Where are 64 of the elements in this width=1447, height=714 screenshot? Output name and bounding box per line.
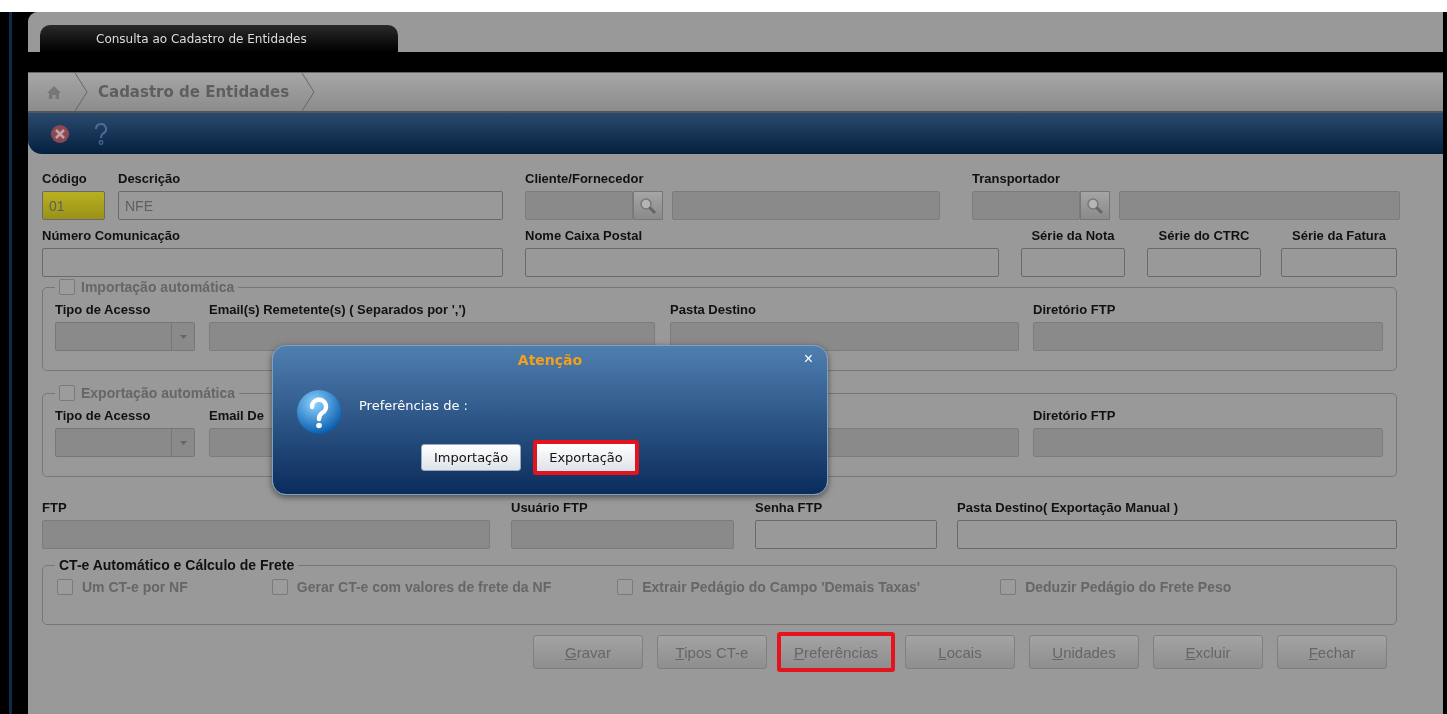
field-label: Tipo de Acesso (55, 301, 151, 318)
window-tab[interactable]: Consulta ao Cadastro de Entidades (40, 25, 398, 52)
input-field[interactable] (1021, 248, 1125, 277)
input-field[interactable]: 01 (42, 191, 105, 220)
close-button[interactable]: × (803, 351, 813, 367)
field-label: Diretório FTP (1033, 301, 1116, 318)
caret-icon (179, 334, 187, 339)
section-title: CT-e Automático e Cálculo de Frete (59, 557, 295, 573)
field-label: Transportador (972, 170, 1061, 187)
input-field[interactable] (1119, 191, 1400, 220)
search-button[interactable] (1080, 191, 1110, 220)
input-field[interactable] (755, 520, 937, 549)
field-label: Senha FTP (755, 499, 823, 516)
dialog-button[interactable]: Importação (421, 444, 522, 471)
field-label: Pasta Destino( Exportação Manual ) (957, 499, 1179, 516)
checkbox[interactable] (59, 279, 75, 295)
checkbox[interactable] (271, 579, 288, 595)
field-label: Tipo de Acesso (55, 407, 151, 424)
field-label: Email(s) Remetente(s) ( Separados por ',') (209, 301, 466, 318)
field-label: Diretório FTP (1033, 407, 1116, 424)
input-field[interactable] (670, 322, 1019, 351)
field-label: Cliente/Fornecedor (525, 170, 644, 187)
input-field[interactable] (672, 191, 940, 220)
search-icon (639, 196, 657, 215)
help-icon[interactable] (94, 121, 108, 146)
checkbox[interactable] (57, 579, 73, 595)
field-label: Email De (209, 407, 264, 424)
field-label: Usuário FTP (511, 499, 588, 516)
dialog-message: Preferências de : (359, 398, 468, 415)
search-icon (1086, 196, 1104, 215)
field-label: Número Comunicação (42, 227, 180, 244)
checkbox[interactable] (59, 385, 75, 401)
field-label: Série da Fatura (1292, 227, 1386, 244)
breadcrumb-item[interactable]: Cadastro de Entidades (98, 83, 290, 101)
select-field[interactable] (55, 428, 195, 457)
input-field[interactable] (972, 191, 1080, 220)
field-label: Descrição (118, 170, 181, 187)
dialog-button[interactable]: Exportação (533, 440, 639, 475)
checkbox[interactable] (1000, 579, 1017, 595)
search-button[interactable] (633, 191, 663, 220)
input-field[interactable]: NFE (118, 191, 503, 220)
field-label: FTP (42, 499, 67, 516)
input-field[interactable] (1033, 428, 1383, 457)
input-field[interactable] (525, 248, 999, 277)
breadcrumb-separator-icon (301, 73, 316, 111)
checkbox[interactable] (617, 579, 634, 595)
field-label: Série da Nota (1031, 227, 1115, 244)
input-field[interactable] (957, 520, 1397, 549)
input-field[interactable] (1281, 248, 1397, 277)
input-field[interactable] (42, 248, 503, 277)
close-icon[interactable] (50, 123, 70, 144)
home-icon[interactable] (46, 84, 62, 100)
input-field[interactable] (1147, 248, 1261, 277)
field-label: Pasta Destino (670, 301, 756, 318)
breadcrumb-separator-icon (74, 73, 88, 111)
dialog-title: Atenção (517, 352, 583, 368)
select-field[interactable] (55, 322, 195, 351)
input-field[interactable] (525, 191, 633, 220)
question-icon (295, 388, 343, 436)
field-label: Código (42, 170, 87, 187)
caret-icon (179, 440, 187, 445)
field-label: Série do CTRC (1158, 227, 1250, 244)
input-field[interactable] (1033, 322, 1383, 351)
field-label: Nome Caixa Postal (525, 227, 643, 244)
